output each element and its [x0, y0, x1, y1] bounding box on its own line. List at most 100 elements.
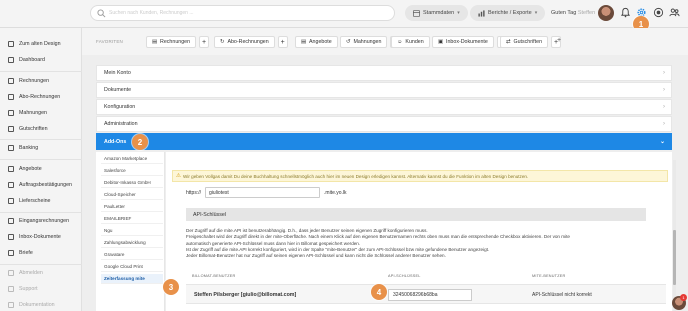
sidebar-item-label: Abmelden	[19, 270, 43, 276]
addon-item-emailbrief[interactable]: EMAILBRIEF	[101, 214, 163, 224]
addon-item-zahlungsabwicklung[interactable]: Zahlungsabwicklung	[101, 238, 163, 248]
chevron-down-icon: ▾	[457, 10, 460, 16]
accordion-administration[interactable]: Administration ›	[96, 116, 672, 132]
callout-badge-4: 4	[371, 284, 387, 300]
inbox-icon	[8, 234, 14, 240]
sidebar-item-briefe[interactable]: Briefe	[8, 250, 33, 256]
addon-item-salesforce[interactable]: Salesforce	[101, 166, 163, 176]
favorite-link[interactable]: ↺ Mahnungen	[340, 36, 388, 48]
addon-list: Amazon Marketplace Salesforce Debitor-In…	[96, 152, 165, 311]
favorite-add-button[interactable]: +	[277, 36, 288, 48]
sidebar-divider	[0, 139, 82, 140]
description-line: Jeder Billomat-Benutzer hat nur Zugriff …	[186, 253, 446, 259]
favorite-link[interactable]: ▤ Angebote	[295, 36, 338, 48]
offer-icon: ▤	[301, 39, 307, 45]
favorite-add-button[interactable]: +	[199, 36, 210, 48]
addon-item-paulletter[interactable]: PaulLetter	[101, 202, 163, 212]
help-icon[interactable]	[653, 7, 664, 18]
chat-badge: 1	[680, 294, 687, 301]
addon-item-google-cloud-print[interactable]: Google Cloud Print	[101, 262, 163, 272]
sidebar-item-lieferscheine[interactable]: Lieferscheine	[8, 198, 51, 204]
url-prefix: https://	[186, 189, 202, 196]
favorite-link[interactable]: ▣ Inbox-Dokumente	[432, 36, 494, 48]
invoice-icon	[8, 78, 14, 84]
favorite-link[interactable]: ☺ Kunden	[391, 36, 430, 48]
addon-item-debitor-inkasso[interactable]: Debitor-Inkasso GmbH	[101, 178, 163, 188]
sidebar-item-label: Banking	[19, 145, 39, 151]
favorite-link[interactable]: ▤ Rechnungen	[146, 36, 197, 48]
sidebar-item-dashboard[interactable]: Dashboard	[8, 57, 45, 63]
greeting: Guten Tag Steffen	[551, 10, 595, 16]
search-box[interactable]: Suchen nach Kunden, Rechnungen ...	[90, 5, 395, 21]
search-input[interactable]: Suchen nach Kunden, Rechnungen ...	[109, 10, 194, 16]
favorite-link[interactable]: ⇄ Gutschriften	[500, 36, 549, 48]
mite-settings-panel: ⚠ Wir geben Vollgas damit Du deine Buchh…	[166, 152, 672, 311]
sidebar-item-abmelden[interactable]: Abmelden	[8, 270, 43, 276]
favorite-add-new-button[interactable]: +	[557, 37, 561, 44]
sidebar-item-dokumentation[interactable]: Dokumentation	[8, 302, 55, 308]
scrollbar-thumb[interactable]	[673, 230, 676, 285]
credit-icon	[8, 126, 14, 132]
stammdaten-menu[interactable]: Stammdaten ▾	[405, 5, 468, 21]
sidebar-item-label: Dashboard	[19, 57, 45, 63]
accordion-label: Dokumente	[104, 87, 132, 93]
sidebar-item-inbox-dokumente[interactable]: Inbox-Dokumente	[8, 234, 61, 240]
sidebar-item-abo-rechnungen[interactable]: Abo-Rechnungen	[8, 94, 60, 100]
dashboard-icon	[8, 57, 14, 63]
sidebar-item-banking[interactable]: Banking	[8, 145, 38, 151]
accordion-konfiguration[interactable]: Konfiguration ›	[96, 99, 672, 115]
sidebar-item-rechnungen[interactable]: Rechnungen	[8, 78, 49, 84]
docs-icon	[8, 302, 14, 308]
addon-item-gravatare[interactable]: Gravatare	[101, 250, 163, 260]
sidebar-divider	[0, 71, 82, 72]
subdomain-input[interactable]: giuliotest	[205, 187, 321, 198]
favorites-label: FAVORITEN	[96, 39, 123, 44]
addon-item-amazon[interactable]: Amazon Marketplace	[101, 154, 163, 164]
api-key-input[interactable]: 32450068296b68ba	[388, 289, 472, 301]
favorite-label: Gutschriften	[513, 39, 543, 45]
sidebar-item-auftragsbestaetigungen[interactable]: Auftragsbestätigungen	[8, 182, 72, 188]
sidebar-item-eingangsrechnungen[interactable]: Eingangsrechnungen	[8, 218, 69, 224]
accordion-mein-konto[interactable]: Mein Konto ›	[96, 65, 672, 81]
billomat-user-cell: Steffen Pilsberger [giulio@billomat.com]	[194, 292, 297, 298]
favorite-label: Inbox-Dokumente	[446, 39, 488, 45]
addon-item-cloud-speicher[interactable]: Cloud-Speicher	[101, 190, 163, 200]
favorite-label: Kunden	[405, 39, 424, 45]
notice-text: Wir geben Vollgas damit Du deine Buchhal…	[183, 173, 529, 179]
sidebar-item-mahnungen[interactable]: Mahnungen	[8, 110, 47, 116]
offer-icon	[8, 166, 14, 172]
favorite-link[interactable]: ↻ Abo-Rechnungen	[214, 36, 275, 48]
user-avatar[interactable]	[598, 5, 614, 21]
incoming-icon	[8, 218, 14, 224]
addon-item-zeiterfassung-mite[interactable]: Zeiterfassung mite	[101, 274, 163, 284]
letter-icon	[8, 250, 14, 256]
sidebar-item-label: Support	[19, 286, 38, 292]
sidebar-item-support[interactable]: Support	[8, 286, 38, 292]
sidebar-item-old-design[interactable]: Zum alten Design	[8, 41, 61, 47]
greeting-name: Steffen	[577, 10, 596, 16]
sidebar-item-label: Auftragsbestätigungen	[19, 182, 73, 188]
chart-icon	[478, 9, 485, 17]
addon-item-ngu[interactable]: Ngu	[101, 226, 163, 236]
design-notice-banner: ⚠ Wir geben Vollgas damit Du deine Buchh…	[172, 170, 668, 182]
reminder-icon: ↺	[346, 39, 351, 45]
inbox-icon: ▣	[438, 39, 444, 45]
sidebar-item-angebote[interactable]: Angebote	[8, 166, 42, 172]
column-header-api-key: API-SCHLÜSSEL	[388, 274, 421, 278]
chevron-down-icon: ⌄	[659, 139, 665, 145]
sidebar-item-gutschriften[interactable]: Gutschriften	[8, 126, 48, 132]
callout-badge-2: 2	[132, 134, 148, 150]
users-icon[interactable]	[669, 7, 680, 18]
scrollbar[interactable]	[673, 160, 676, 311]
recurring-icon: ↻	[220, 39, 225, 45]
warning-icon: ⚠	[176, 173, 181, 179]
favorite-inbox-dokumente: ▣Inbox-Dokumente+	[432, 36, 507, 48]
sidebar-item-label: Briefe	[19, 250, 33, 256]
search-icon	[97, 9, 106, 18]
bell-icon[interactable]	[620, 7, 631, 18]
accordion-dokumente[interactable]: Dokumente ›	[96, 82, 672, 98]
reminder-icon	[8, 110, 14, 116]
accordion-add-ons[interactable]: Add-Ons ⌄	[96, 133, 672, 150]
berichte-menu[interactable]: Berichte / Exporte ▾	[470, 5, 546, 21]
favorite-abo-rechnungen: ↻ Abo-Rechnungen +	[214, 36, 288, 48]
